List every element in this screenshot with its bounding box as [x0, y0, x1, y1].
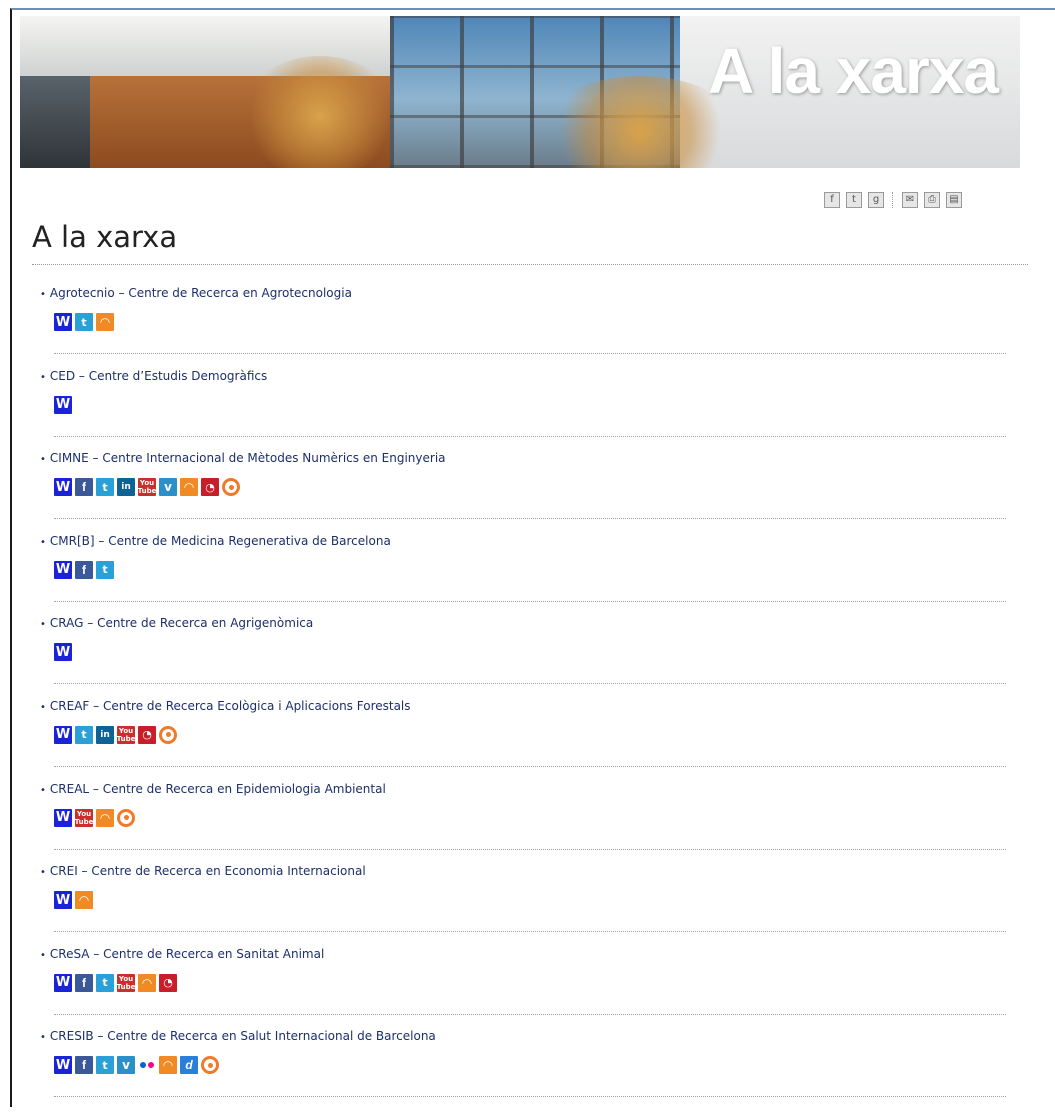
issuu-icon[interactable] — [117, 808, 135, 827]
entry-link[interactable]: CRESIB – Centre de Recerca en Salut Inte… — [40, 1029, 436, 1043]
issuu-icon[interactable] — [222, 478, 240, 497]
issuu-icon[interactable] — [201, 1056, 219, 1075]
entry-divider — [54, 848, 1006, 850]
header-banner: A la xarxa — [20, 16, 1020, 168]
website-icon[interactable]: W — [54, 808, 72, 827]
twitter-icon[interactable]: t — [96, 1056, 114, 1075]
facebook-icon[interactable]: f — [75, 560, 93, 579]
vimeo-icon[interactable]: v — [159, 478, 177, 497]
youtube-icon[interactable]: You Tube — [117, 973, 135, 992]
email-icon[interactable]: ✉ — [902, 192, 918, 208]
entry-link[interactable]: CREAF – Centre de Recerca Ecològica i Ap… — [40, 699, 411, 713]
entry-divider — [54, 353, 1006, 354]
entry-divider — [54, 600, 1006, 602]
facebook-share-icon[interactable]: f — [824, 192, 840, 208]
entry-link[interactable]: CREI – Centre de Recerca en Economia Int… — [40, 864, 366, 878]
entry-link[interactable]: CReSA – Centre de Recerca en Sanitat Ani… — [40, 947, 324, 961]
vimeo-icon[interactable]: v — [117, 1056, 135, 1075]
entry-divider — [54, 518, 1006, 520]
entry-link[interactable]: Agrotecnio – Centre de Recerca en Agrote… — [40, 286, 352, 300]
website-icon[interactable]: W — [54, 1056, 72, 1075]
entry-social-icons: Wf t v ◠ d — [54, 1056, 219, 1075]
list-item: CREI – Centre de Recerca en Economia Int… — [40, 864, 1006, 947]
twitter-icon[interactable]: t — [96, 478, 114, 497]
entry-social-icons: Wt in You Tube ◔ — [54, 725, 177, 744]
list-item: CREAL – Centre de Recerca en Epidemiolog… — [40, 782, 1006, 865]
rss-icon[interactable]: ◠ — [96, 313, 114, 331]
print-icon[interactable]: ⎙ — [924, 192, 940, 208]
linkedin-icon[interactable]: in — [96, 725, 114, 744]
twitter-icon[interactable]: t — [96, 560, 114, 579]
entry-social-icons: Wf t You Tube ◠ ◔ — [54, 973, 177, 992]
entry-social-icons: W You Tube ◠ — [54, 808, 135, 827]
issuu-icon[interactable] — [159, 725, 177, 744]
pdf-icon[interactable]: ▤ — [946, 192, 962, 208]
entry-divider — [54, 765, 1006, 767]
rss-icon[interactable]: ◠ — [75, 891, 93, 910]
twitter-icon[interactable]: t — [96, 973, 114, 992]
website-icon[interactable]: W — [54, 891, 72, 910]
podcast-icon[interactable]: ◔ — [159, 973, 177, 992]
banner-title: A la xarxa — [707, 35, 999, 107]
website-icon[interactable]: W — [54, 725, 72, 744]
entry-link[interactable]: CIMNE – Centre Internacional de Mètodes … — [40, 451, 446, 465]
rss-icon[interactable]: ◠ — [138, 973, 156, 992]
entry-link[interactable]: CREAL – Centre de Recerca en Epidemiolog… — [40, 782, 386, 796]
list-item: CReSA – Centre de Recerca en Sanitat Ani… — [40, 947, 1006, 1030]
rss-icon[interactable]: ◠ — [180, 478, 198, 497]
podcast-icon[interactable]: ◔ — [201, 478, 219, 497]
flickr-icon[interactable] — [138, 1056, 156, 1075]
entry-divider — [54, 683, 1006, 685]
list-item: CREAF – Centre de Recerca Ecològica i Ap… — [40, 699, 1006, 782]
banner-wall-dark — [20, 76, 90, 168]
entry-social-icons: W ◠ — [54, 891, 93, 910]
entry-social-icons: Wt ◠ — [54, 313, 114, 331]
entry-social-icons: Wf t in You Tube v ◠ ◔ — [54, 478, 240, 497]
delicious-icon[interactable]: d — [180, 1056, 198, 1075]
website-icon[interactable]: W — [54, 973, 72, 992]
entry-divider — [54, 1096, 1006, 1098]
entry-divider — [54, 435, 1006, 437]
list-item: CMR[B] – Centre de Medicina Regenerativa… — [40, 534, 1006, 617]
toolbar-separator — [892, 192, 894, 208]
facebook-icon[interactable]: f — [75, 478, 93, 497]
twitter-icon[interactable]: t — [75, 725, 93, 744]
entry-social-icons: W — [54, 643, 72, 662]
entry-link[interactable]: CMR[B] – Centre de Medicina Regenerativa… — [40, 534, 391, 548]
twitter-icon[interactable]: t — [75, 313, 93, 331]
list-item: CRAG – Centre de Recerca en Agrigenòmica… — [40, 616, 1006, 699]
facebook-icon[interactable]: f — [75, 1056, 93, 1075]
page-title: A la xarxa — [32, 220, 178, 254]
entry-link[interactable]: CRAG – Centre de Recerca en Agrigenòmica — [40, 616, 313, 630]
website-icon[interactable]: W — [54, 313, 72, 331]
linkedin-icon[interactable]: in — [117, 478, 135, 497]
website-icon[interactable]: W — [54, 478, 72, 497]
share-toolbar: f t g ✉ ⎙ ▤ — [824, 192, 962, 208]
banner-roof — [20, 16, 430, 76]
entry-social-icons: Wft — [54, 560, 114, 579]
website-icon[interactable]: W — [54, 643, 72, 662]
youtube-icon[interactable]: You Tube — [117, 725, 135, 744]
website-icon[interactable]: W — [54, 560, 72, 579]
google-plus-share-icon[interactable]: g — [868, 192, 884, 208]
website-icon[interactable]: W — [54, 395, 72, 414]
list-item: CIMNE – Centre Internacional de Mètodes … — [40, 451, 1006, 534]
rss-icon[interactable]: ◠ — [96, 808, 114, 827]
list-item: CRESIB – Centre de Recerca en Salut Inte… — [40, 1029, 1006, 1112]
entry-link[interactable]: CED – Centre d’Estudis Demogràfics — [40, 369, 267, 383]
entry-divider — [54, 1013, 1006, 1015]
entry-divider — [54, 931, 1006, 933]
network-list: Agrotecnio – Centre de Recerca en Agrote… — [40, 286, 1006, 1112]
list-item: CED – Centre d’Estudis Demogràfics W — [40, 369, 1006, 452]
entry-social-icons: W — [54, 395, 72, 414]
youtube-icon[interactable]: You Tube — [138, 478, 156, 497]
list-item: Agrotecnio – Centre de Recerca en Agrote… — [40, 286, 1006, 369]
title-divider — [32, 264, 1028, 265]
podcast-icon[interactable]: ◔ — [138, 725, 156, 744]
facebook-icon[interactable]: f — [75, 973, 93, 992]
twitter-share-icon[interactable]: t — [846, 192, 862, 208]
banner-tree — [240, 56, 400, 168]
youtube-icon[interactable]: You Tube — [75, 808, 93, 827]
rss-icon[interactable]: ◠ — [159, 1056, 177, 1075]
